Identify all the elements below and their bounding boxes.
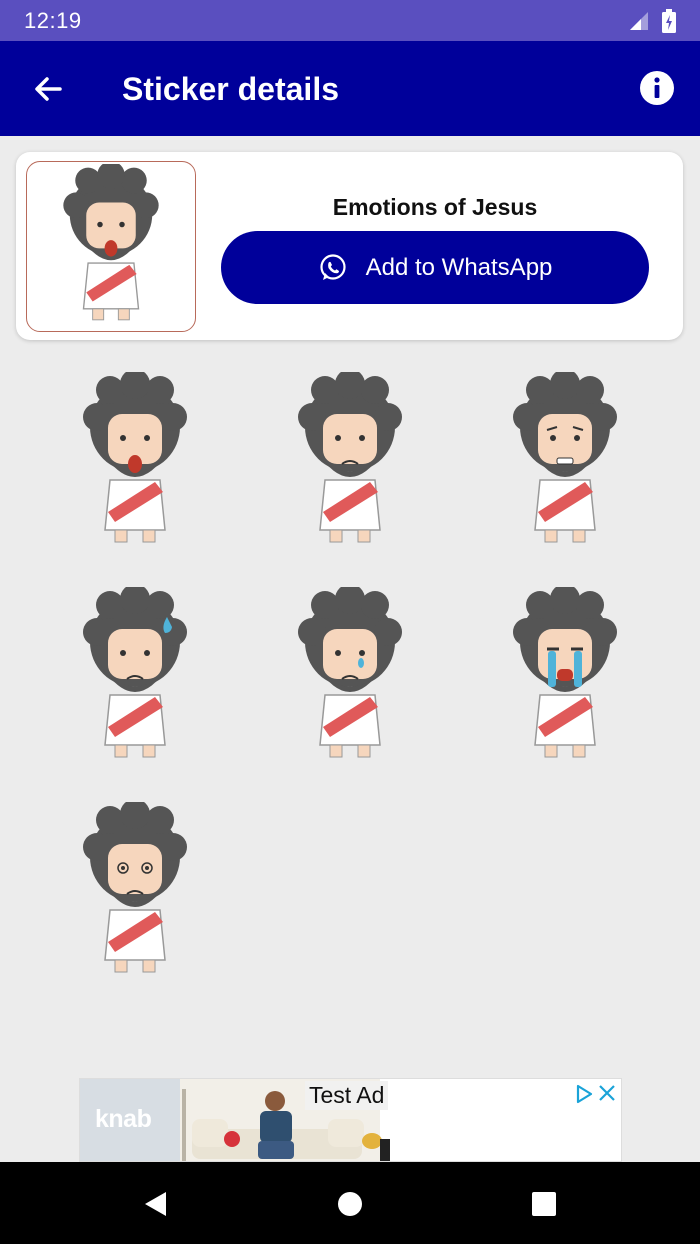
sticker-item[interactable] — [60, 372, 210, 552]
ad-banner[interactable]: knab Test Ad — [79, 1078, 622, 1162]
status-icons — [628, 8, 676, 34]
sticker-item[interactable] — [490, 587, 640, 767]
battery-icon — [662, 9, 676, 33]
sticker-item[interactable] — [60, 587, 210, 767]
tray-icon — [26, 161, 196, 332]
status-bar: 12:19 — [0, 0, 700, 41]
sticker-item[interactable] — [60, 802, 210, 982]
pack-name: Emotions of Jesus — [332, 194, 538, 220]
tray-sticker-image — [63, 164, 159, 321]
whatsapp-icon — [320, 253, 346, 280]
sticker-dizzy-image — [83, 802, 187, 973]
ad-close-icon[interactable] — [597, 1083, 617, 1103]
status-time: 12:19 — [24, 8, 82, 33]
sticker-item[interactable] — [275, 587, 425, 767]
add-to-whatsapp-button[interactable]: Add to WhatsApp — [221, 231, 649, 304]
back-arrow-icon[interactable] — [30, 71, 66, 107]
system-nav-bar — [0, 1162, 700, 1244]
sticker-sad-image — [298, 372, 402, 543]
sticker-nervous-sweat-image — [83, 587, 187, 758]
app-bar: Sticker details — [0, 41, 700, 136]
add-to-whatsapp-label: Add to WhatsApp — [365, 253, 553, 281]
sticker-crying-image — [513, 587, 617, 758]
page-title: Sticker details — [122, 71, 339, 107]
nav-back-icon[interactable] — [140, 1188, 172, 1220]
ad-label: Test Ad — [305, 1081, 389, 1110]
ad-choices-icon[interactable] — [573, 1083, 595, 1105]
sticker-item[interactable] — [490, 372, 640, 552]
ad-brand-logo: knab — [95, 1105, 152, 1133]
signal-icon — [630, 12, 648, 30]
info-icon[interactable] — [638, 69, 676, 107]
sticker-worried-image — [513, 372, 617, 543]
nav-recents-icon[interactable] — [528, 1188, 560, 1220]
sticker-item[interactable] — [275, 372, 425, 552]
pack-header-card: Emotions of Jesus Add to WhatsApp — [16, 152, 683, 340]
sticker-teary-image — [298, 587, 402, 758]
nav-home-icon[interactable] — [334, 1188, 366, 1220]
sticker-shocked-image — [83, 372, 187, 543]
